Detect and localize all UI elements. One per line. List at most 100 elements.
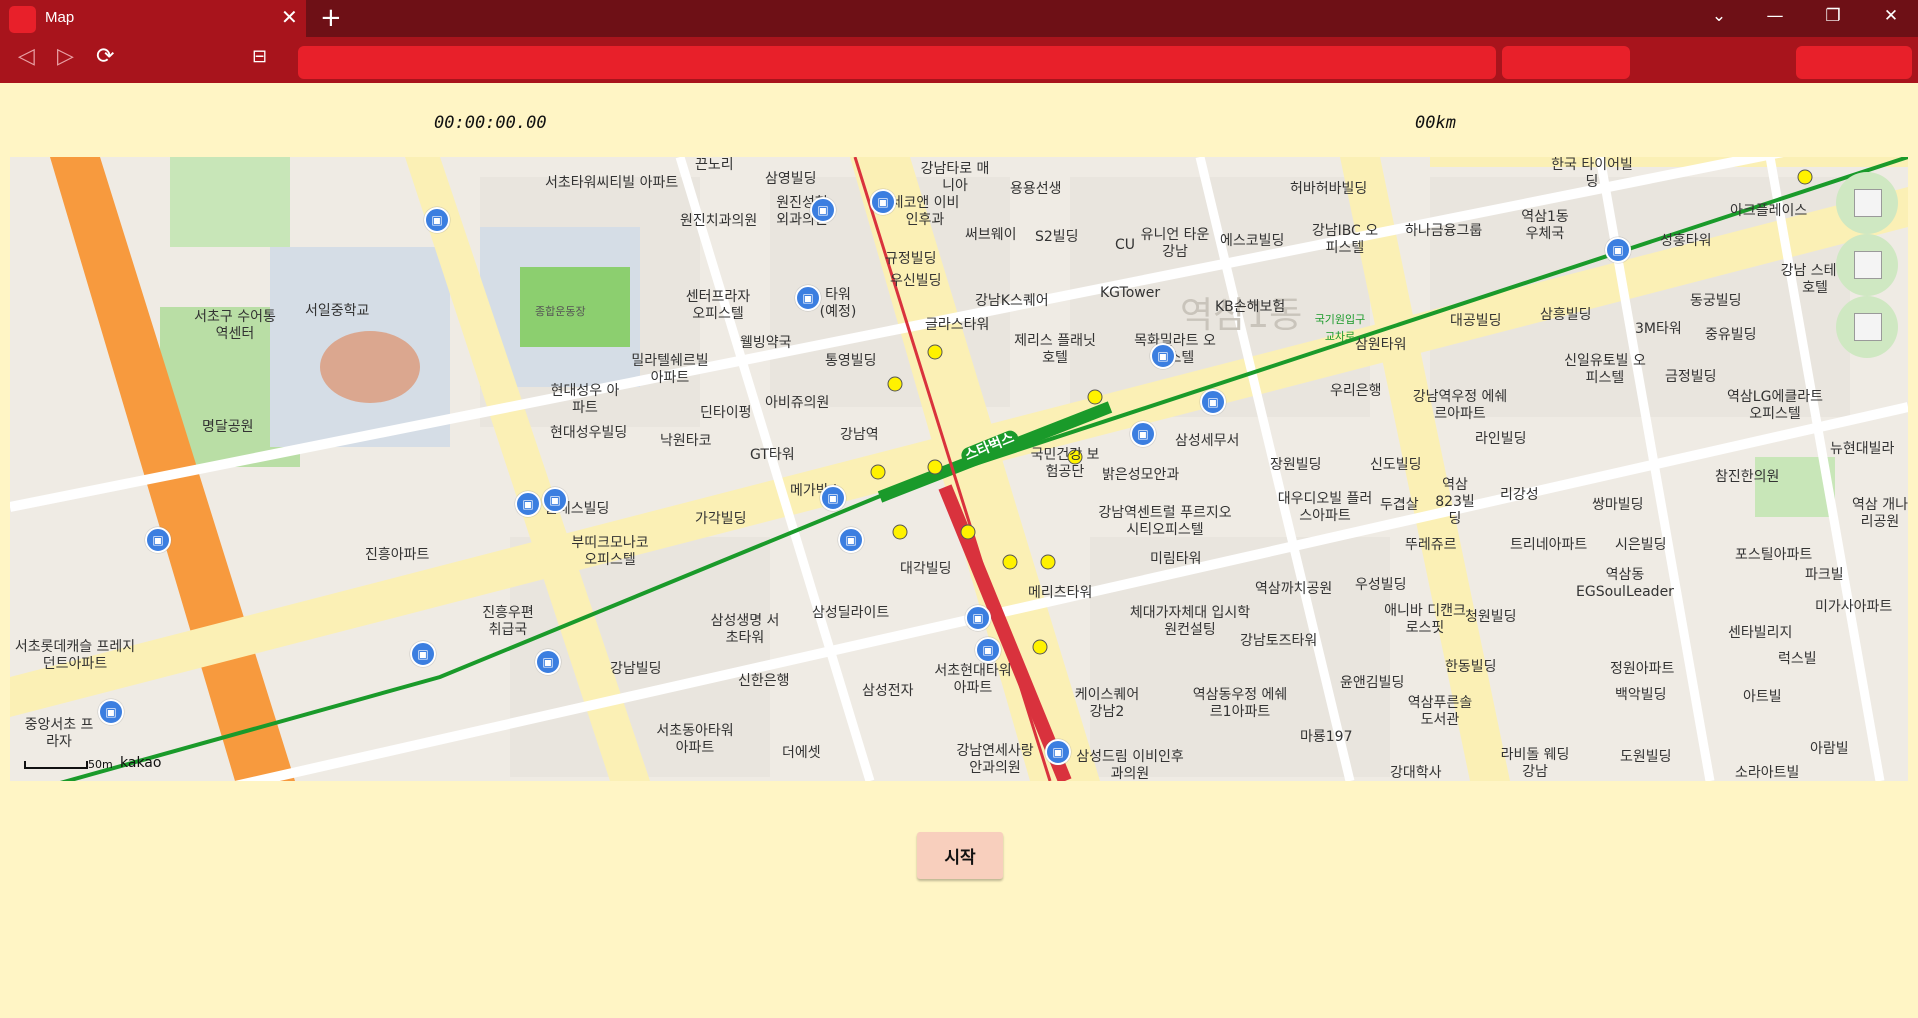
poi-label: 딘타이펑 [700,405,752,421]
map-control-button[interactable] [1836,296,1898,358]
map-control-button[interactable] [1836,172,1898,234]
poi-label: 부띠크모나코 오피스텔 [571,535,649,568]
poi-label: 라인빌딩 [1475,431,1527,447]
bus-stop-icon[interactable]: ▣ [410,641,436,667]
poi-label: 소라아트빌 [1735,765,1800,781]
poi-label: 리강성 [1500,487,1539,503]
poi-label: 3M타워 [1635,321,1682,337]
browser-titlebar: Map ✕ + ⌄ — ❐ ✕ [0,0,1918,37]
reload-button[interactable]: ⟳ [96,45,114,69]
poi-label: 용용선생 [1010,181,1062,197]
tab-close-icon[interactable]: ✕ [281,7,298,27]
poi-label: 두겹살 [1380,497,1419,513]
address-bar[interactable] [298,46,1496,79]
poi-label: 신일유토빌 오피스텔 [1564,353,1646,386]
poi-label: 현대성우 아파트 [550,383,620,416]
map-view[interactable]: 스타벅스 역삼1동 서초타워씨티빌 아파트 끈노리 삼영빌딩 강남타로 매니아 … [10,157,1908,781]
bus-stop-icon[interactable]: ▣ [810,197,836,223]
bus-stop-icon[interactable]: ▣ [1605,237,1631,263]
bookmark-icon[interactable]: ⊟ [252,45,267,69]
poi-label: 서초현대타워 아파트 [934,663,1012,696]
poi-label: 강남연세사랑 안과의원 [956,743,1034,776]
poi-label: 럭스빌 [1778,651,1817,667]
poi-label: 삼성생명 서초타워 [710,613,780,646]
poi-label: 시은빌딩 [1615,537,1667,553]
poi-label: 글라스타워 [925,317,990,333]
poi-label: 낙원타코 [660,433,712,449]
poi-label: 애니바 디캔크로스핏 [1384,603,1466,636]
poi-label: 역삼 개나리공원 [1852,497,1908,530]
poi-label: 센터프라자 오피스텔 [685,289,751,322]
tab-list-icon[interactable]: ⌄ [1696,6,1742,26]
poi-label: 백악빌딩 [1615,687,1667,703]
broken-image-icon [1854,189,1882,217]
start-button[interactable]: 시작 [917,832,1003,879]
poi-label: 가각빌딩 [695,511,747,527]
back-button[interactable]: ◁ [18,45,35,69]
bus-stop-icon[interactable]: ▣ [795,285,821,311]
poi-label: 케이스퀘어 강남2 [1074,687,1140,720]
poi-label: 동궁빌딩 [1690,293,1742,309]
bus-stop-icon[interactable]: ▣ [870,189,896,215]
poi-label: 강남토즈타워 [1240,633,1318,649]
poi-label: GT타워 [750,447,795,463]
bus-stop-icon[interactable]: ▣ [535,649,561,675]
bus-stop-icon[interactable]: ▣ [98,699,124,725]
bus-stop-icon[interactable]: ▣ [820,485,846,511]
bus-stop-icon[interactable]: ▣ [838,527,864,553]
window-minimize-button[interactable]: — [1752,6,1798,26]
window-restore-button[interactable]: ❐ [1810,6,1856,26]
window-close-button[interactable]: ✕ [1868,6,1914,26]
poi-label: 참진한의원 [1715,469,1780,485]
poi-label: 서초타워씨티빌 아파트 [545,175,679,191]
bus-stop-icon[interactable]: ▣ [1200,389,1226,415]
poi-label: 역삼동우정 에쉐르1아파트 [1192,687,1288,720]
poi-label: 대공빌딩 [1450,313,1502,329]
bus-stop-icon[interactable]: ▣ [1045,739,1071,765]
poi-label: 미림타워 [1150,551,1202,567]
poi-label: 강대학사 [1390,765,1442,781]
poi-label: 센타빌리지 [1728,625,1793,641]
poi-label: 신도빌딩 [1370,457,1422,473]
poi-label: 쌍마빌딩 [1592,497,1644,513]
favicon-icon [9,6,36,33]
poi-label: 아크플레이스 [1730,203,1808,219]
forward-button[interactable]: ▷ [57,45,74,69]
poi-label: 에스코빌딩 [1220,233,1285,249]
map-attribution: kakao [120,755,162,771]
map-control-button[interactable] [1836,234,1898,296]
poi-label: 미가사아파트 [1815,599,1893,615]
bus-stop-icon[interactable]: ▣ [515,491,541,517]
poi-label: 포스틸아파트 [1735,547,1813,563]
bus-stop-icon[interactable]: ▣ [542,487,568,513]
new-tab-button[interactable]: + [320,4,342,32]
poi-label: 삼성세무서 [1175,433,1240,449]
poi-label: 금정빌딩 [1665,369,1717,385]
poi-label: 아비쥬의원 [765,395,830,411]
bus-stop-icon[interactable]: ▣ [424,207,450,233]
poi-label: 하나금융그룹 [1405,223,1483,239]
bus-stop-icon[interactable]: ▣ [965,605,991,631]
elapsed-time: 00:00:00.00 [434,113,547,133]
browser-tab[interactable]: Map ✕ [0,0,306,37]
bus-stop-icon[interactable]: ▣ [1150,343,1176,369]
poi-label: 서초구 수어통역센터 [194,309,276,342]
poi-label: 삼흥빌딩 [1540,307,1592,323]
poi-label: 트리네아파트 [1510,537,1588,553]
poi-label: KGTower [1100,285,1161,301]
bus-stop-icon[interactable]: ▣ [145,527,171,553]
poi-label: 규정빌딩 [885,251,937,267]
address-bar-extension[interactable] [1502,46,1630,79]
broken-image-icon [1854,251,1882,279]
poi-label: 강남역센트럴 푸르지오시티오피스텔 [1098,505,1232,538]
poi-label: 정원아파트 [1610,661,1675,677]
poi-label: 마룡197 [1300,729,1353,745]
poi-label: 역삼 823빌딩 [1435,477,1475,527]
bus-stop-icon[interactable]: ▣ [975,637,1001,663]
poi-label: 장원빌딩 [1270,457,1322,473]
poi-label: 강남빌딩 [610,661,662,677]
tab-title: Map [45,9,75,26]
bus-stop-icon[interactable]: ▣ [1130,421,1156,447]
profile-button[interactable] [1796,46,1912,79]
poi-label: 강남K스퀘어 [975,293,1049,309]
